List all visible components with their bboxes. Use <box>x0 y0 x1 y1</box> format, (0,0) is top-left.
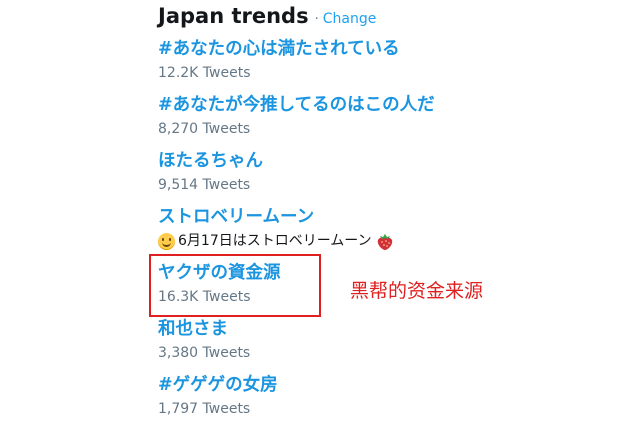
trend-item[interactable]: #ゲゲゲの女房 1,797 Tweets <box>158 374 278 419</box>
trend-tweet-count: 12.2K Tweets <box>158 65 251 81</box>
smiling-face-icon <box>158 232 175 250</box>
trend-item[interactable]: #あなたが今推してるのはこの人だ 8,270 Tweets <box>158 94 435 139</box>
trend-name[interactable]: ストロベリームーン <box>158 206 394 228</box>
trend-name[interactable]: #あなたが今推してるのはこの人だ <box>158 94 435 116</box>
trend-item[interactable]: #あなたの心は満たされている 12.2K Tweets <box>158 38 400 83</box>
trend-item[interactable]: 和也さま 3,380 Tweets <box>158 318 250 363</box>
trends-header: Japan trends · Change <box>158 4 376 32</box>
annotation-text: 黑帮的资金来源 <box>350 280 484 302</box>
trend-tweet-count: 3,380 Tweets <box>158 345 251 361</box>
trend-item[interactable]: ほたるちゃん 9,514 Tweets <box>158 150 263 195</box>
change-location-link[interactable]: Change <box>323 11 377 27</box>
highlight-box <box>149 254 321 317</box>
trends-panel: Japan trends · Change #あなたの心は満たされている 12.… <box>0 0 631 434</box>
trend-name[interactable]: #あなたの心は満たされている <box>158 38 400 60</box>
trend-tweet-count: 1,797 Tweets <box>158 401 251 417</box>
header-separator: · <box>314 12 319 27</box>
trend-name[interactable]: #ゲゲゲの女房 <box>158 374 278 396</box>
trend-item[interactable]: ストロベリームーン 6月17日はストロベリームーン <box>158 206 394 252</box>
trends-title: Japan trends <box>158 4 309 28</box>
strawberry-icon <box>377 234 392 250</box>
trend-tweet-count: 9,514 Tweets <box>158 177 251 193</box>
trend-description-text: 6月17日はストロベリームーン <box>178 233 372 249</box>
trend-tweet-count: 8,270 Tweets <box>158 121 251 137</box>
trend-name[interactable]: 和也さま <box>158 318 250 340</box>
trend-name[interactable]: ほたるちゃん <box>158 150 263 172</box>
trend-description: 6月17日はストロベリームーン <box>158 230 394 252</box>
